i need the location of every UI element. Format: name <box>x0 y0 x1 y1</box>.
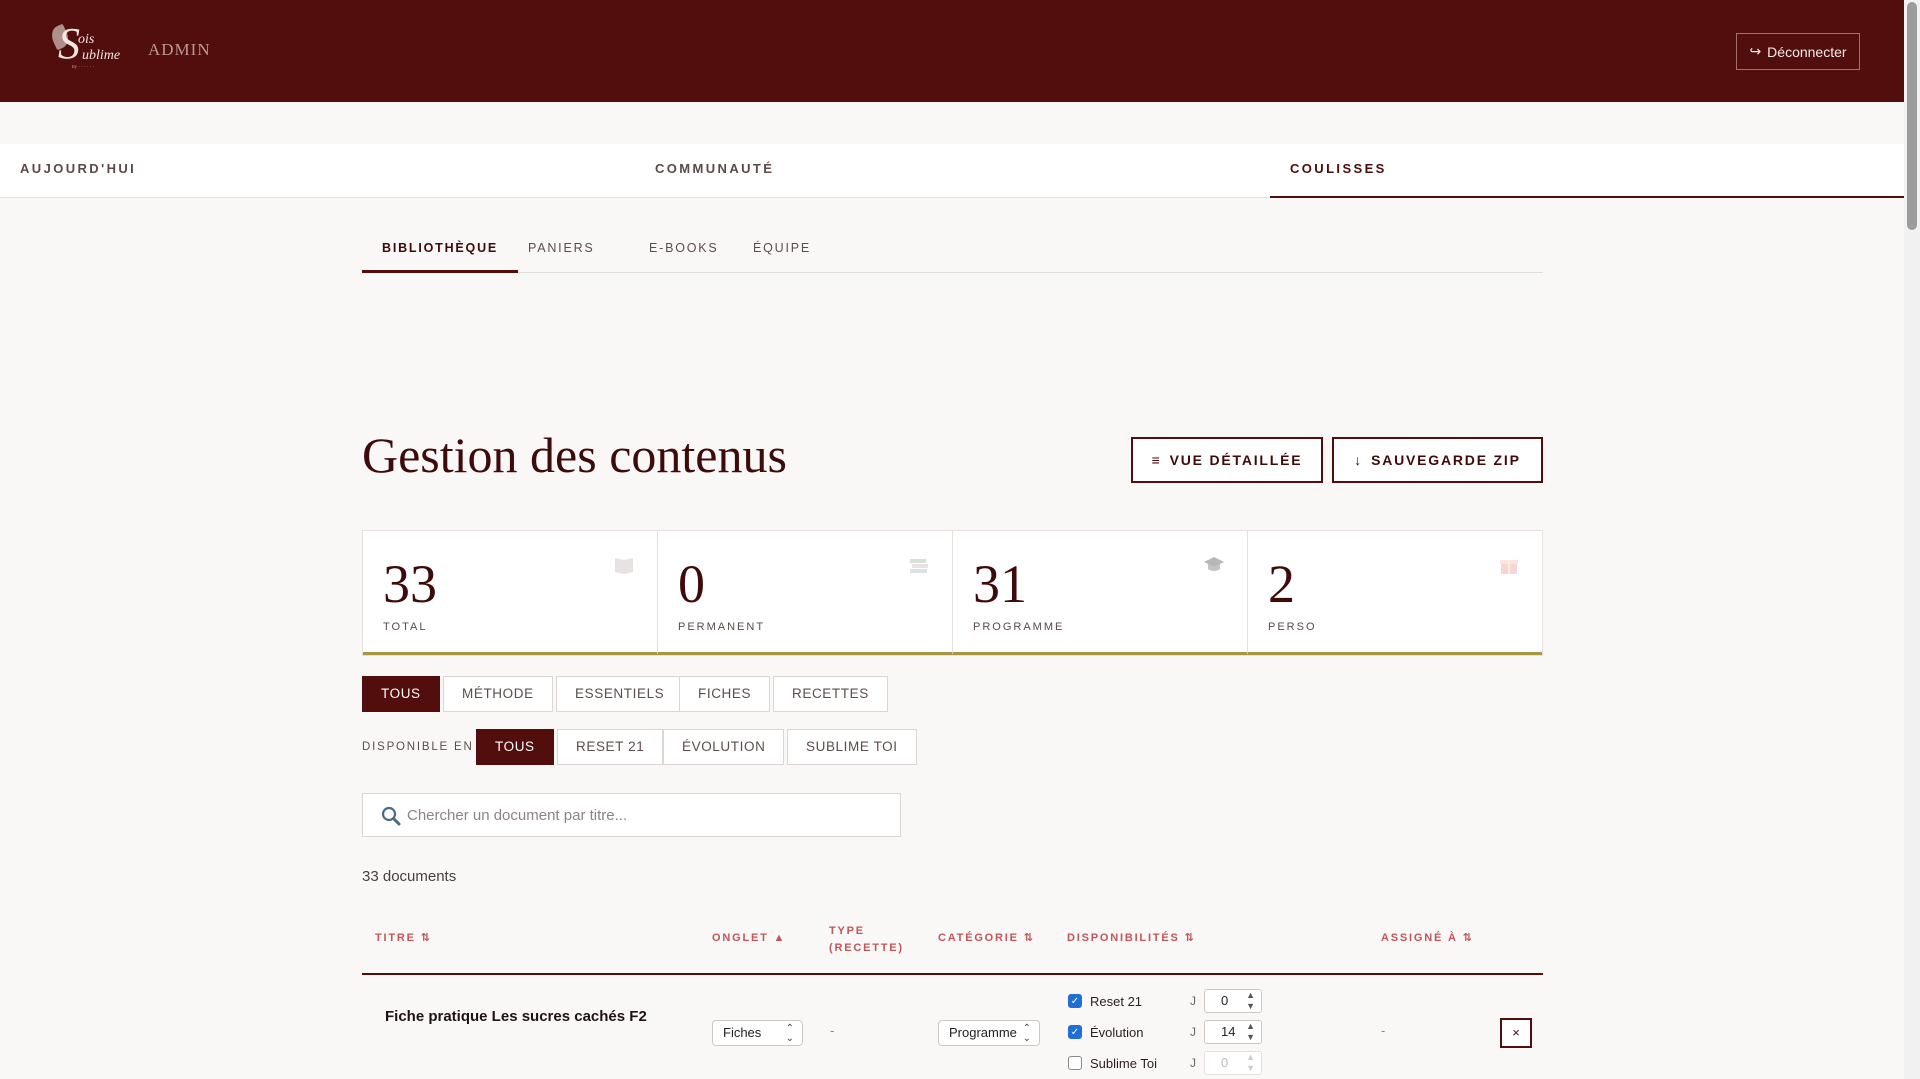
delete-row-button[interactable]: × <box>1500 1018 1532 1048</box>
spinner-icon[interactable]: ▲ ▼ <box>1246 1021 1255 1043</box>
stat-label: PERMANENT <box>678 621 766 633</box>
onglet-select[interactable]: Fiches ⌃ ⌄ <box>712 1020 803 1046</box>
day-input-sublime-toi: 0 ▲ ▼ <box>1204 1051 1262 1075</box>
availability-row-sublime-toi: Sublime Toi J 0 ▲ ▼ <box>1068 1051 1262 1075</box>
list-icon: ≡ <box>1151 452 1162 468</box>
checkbox-sublime-toi[interactable] <box>1068 1056 1082 1070</box>
stat-value: 2 <box>1268 554 1295 614</box>
logout-label: Déconnecter <box>1767 43 1847 60</box>
assigned-value: - <box>1381 1023 1386 1038</box>
spinner-icon: ▲ ▼ <box>1246 1052 1255 1073</box>
filter-type-essentiels[interactable]: ESSENTIELS <box>556 676 684 712</box>
day-input-value: 0 <box>1221 993 1229 1008</box>
filter-type-fiches[interactable]: FICHES <box>679 676 771 712</box>
graduation-cap-icon <box>1204 557 1224 571</box>
filter-avail-evolution[interactable]: ÉVOLUTION <box>663 729 785 765</box>
column-header-disponibilites[interactable]: DISPONIBILITÉS ⇅ <box>1067 930 1195 947</box>
type-value: - <box>830 1023 835 1038</box>
filter-avail-sublime-toi[interactable]: SUBLIME TOI <box>787 729 917 765</box>
top-header: S ois ublime by · · · · · · ADMIN ↪ Déco… <box>0 0 1904 102</box>
stat-card-permanent: 0 PERMANENT <box>658 531 953 655</box>
day-label: J <box>1190 1025 1196 1039</box>
availability-row-evolution: ✓ Évolution J 14 ▲ ▼ <box>1068 1020 1262 1044</box>
admin-label: ADMIN <box>148 40 211 59</box>
column-header-titre[interactable]: TITRE ⇅ <box>375 930 432 947</box>
document-count: 33 documents <box>362 868 457 885</box>
categorie-select-value: Programme <box>949 1025 1017 1040</box>
day-label: J <box>1190 994 1196 1008</box>
column-header-type-line1: TYPE <box>829 925 865 937</box>
tab-bibliotheque[interactable]: BIBLIOTHÈQUE <box>362 230 519 273</box>
checkbox-evolution[interactable]: ✓ <box>1068 1025 1082 1039</box>
filter-avail-tous[interactable]: TOUS <box>476 729 554 765</box>
zip-backup-label: SAUVEGARDE ZIP <box>1371 452 1521 468</box>
column-header-type[interactable]: TYPE (RECETTE) <box>829 923 904 957</box>
stat-value: 0 <box>678 554 705 614</box>
search-input[interactable] <box>407 794 887 836</box>
column-header-assigne[interactable]: ASSIGNÉ À ⇅ <box>1381 930 1474 947</box>
select-caret-icon: ⌃ ⌄ <box>1022 1023 1031 1044</box>
filter-avail-reset21[interactable]: RESET 21 <box>557 729 664 765</box>
tab-ebooks[interactable]: E-BOOKS <box>629 230 739 273</box>
brand-logo[interactable]: S ois ublime by · · · · · · <box>48 22 125 72</box>
filter-type-recettes[interactable]: RECETTES <box>773 676 888 712</box>
row-title[interactable]: Fiche pratique Les sucres cachés F2 <box>385 1008 647 1025</box>
availability-name: Reset 21 <box>1090 993 1143 1009</box>
day-input-value: 0 <box>1221 1055 1229 1070</box>
checkbox-reset21[interactable]: ✓ <box>1068 994 1082 1008</box>
stat-label: PROGRAMME <box>973 621 1065 633</box>
stat-card-programme: 31 PROGRAMME <box>953 531 1248 655</box>
nav-coulisses[interactable]: COULISSES <box>1270 144 1904 198</box>
day-input-reset21[interactable]: 0 ▲ ▼ <box>1204 989 1262 1013</box>
column-header-type-line2: (RECETTE) <box>829 942 904 954</box>
column-header-onglet[interactable]: ONGLET ▲ <box>712 930 786 947</box>
tab-equipe[interactable]: ÉQUIPE <box>733 230 831 273</box>
categorie-select[interactable]: Programme ⌃ ⌄ <box>938 1020 1040 1046</box>
availability-name: Évolution <box>1090 1024 1144 1040</box>
search-icon <box>381 806 401 826</box>
stats-panel: 33 TOTAL 0 PERMANENT 31 PROGRAMME 2 PERS… <box>362 530 1543 656</box>
nav-aujourdhui[interactable]: AUJOURD'HUI <box>20 144 136 198</box>
search-box <box>362 793 901 837</box>
zip-backup-button[interactable]: ↓ SAUVEGARDE ZIP <box>1332 437 1543 483</box>
select-caret-icon: ⌃ ⌄ <box>785 1023 794 1044</box>
stat-value: 31 <box>973 554 1027 614</box>
stat-label: TOTAL <box>383 621 428 633</box>
tab-paniers[interactable]: PANIERS <box>508 230 615 273</box>
day-label: J <box>1190 1056 1196 1070</box>
availability-row-reset21: ✓ Reset 21 J 0 ▲ ▼ <box>1068 989 1262 1013</box>
column-header-categorie[interactable]: CATÉGORIE ⇅ <box>938 930 1035 947</box>
stat-label: PERSO <box>1268 621 1317 633</box>
day-input-evolution[interactable]: 14 ▲ ▼ <box>1204 1020 1262 1044</box>
spinner-icon[interactable]: ▲ ▼ <box>1246 990 1255 1012</box>
books-stack-icon <box>910 559 928 573</box>
detail-view-button[interactable]: ≡ VUE DÉTAILLÉE <box>1131 437 1323 483</box>
filter-type-methode[interactable]: MÉTHODE <box>443 676 553 712</box>
page-scrollbar[interactable] <box>1904 0 1920 1079</box>
stat-card-perso: 2 PERSO <box>1248 531 1542 655</box>
stat-value: 33 <box>383 554 437 614</box>
detail-view-label: VUE DÉTAILLÉE <box>1169 452 1303 468</box>
logout-arrow-icon: ↪ <box>1749 43 1762 59</box>
logout-button[interactable]: ↪ Déconnecter <box>1736 33 1860 70</box>
filter-type-tous[interactable]: TOUS <box>362 676 440 712</box>
download-icon: ↓ <box>1354 452 1364 468</box>
availability-label: DISPONIBLE EN <box>362 741 474 753</box>
book-icon <box>615 558 633 574</box>
nav-communaute[interactable]: COMMUNAUTÉ <box>655 144 774 198</box>
main-nav: AUJOURD'HUI COMMUNAUTÉ COULISSES <box>0 144 1904 198</box>
onglet-select-value: Fiches <box>723 1025 762 1040</box>
day-input-value: 14 <box>1221 1024 1236 1039</box>
page-title: Gestion des contenus <box>362 427 787 483</box>
availability-name: Sublime Toi <box>1090 1055 1157 1071</box>
gift-icon <box>1500 560 1518 574</box>
sub-tabs: BIBLIOTHÈQUE PANIERS E-BOOKS ÉQUIPE <box>362 230 1543 273</box>
scrollbar-thumb[interactable] <box>1907 2 1917 230</box>
table-header-divider <box>362 973 1543 975</box>
stat-card-total: 33 TOTAL <box>363 531 658 655</box>
